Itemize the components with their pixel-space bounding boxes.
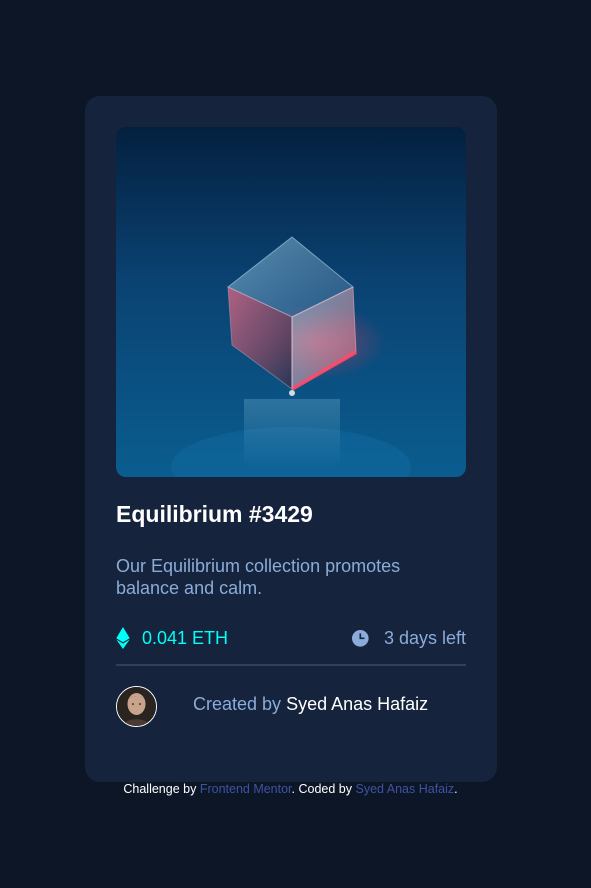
frontend-mentor-link[interactable]: Frontend Mentor [200, 782, 292, 796]
footer-prefix: Challenge by [123, 782, 197, 796]
divider [116, 664, 466, 666]
nft-image[interactable] [116, 127, 466, 477]
nft-description: Our Equilibrium collection promotes bala… [116, 556, 401, 598]
creator-prefix: Created by [193, 694, 282, 714]
creator-avatar [116, 686, 157, 727]
creator-name-link[interactable]: Syed Anas Hafaiz [286, 694, 428, 714]
time-left-value: 3 days left [383, 627, 466, 648]
time-left-info: 3 days left [352, 625, 466, 651]
footer-middle: . Coded by [291, 782, 352, 796]
nft-preview-card: Equilibrium #3429 Our Equilibrium collec… [85, 96, 497, 782]
footer-suffix: . [454, 782, 458, 796]
nft-title[interactable]: Equilibrium #3429 [116, 501, 313, 528]
coder-link[interactable]: Syed Anas Hafaiz [355, 782, 454, 796]
price-info: 0.041 ETH [116, 624, 228, 652]
ethereum-icon [116, 627, 130, 649]
clock-icon [352, 629, 369, 647]
footer-attribution: Challenge by Frontend Mentor. Coded by S… [0, 782, 581, 796]
creator-attribution: Created by Syed Anas Hafaiz [193, 694, 428, 715]
price-value: 0.041 ETH [142, 627, 229, 648]
